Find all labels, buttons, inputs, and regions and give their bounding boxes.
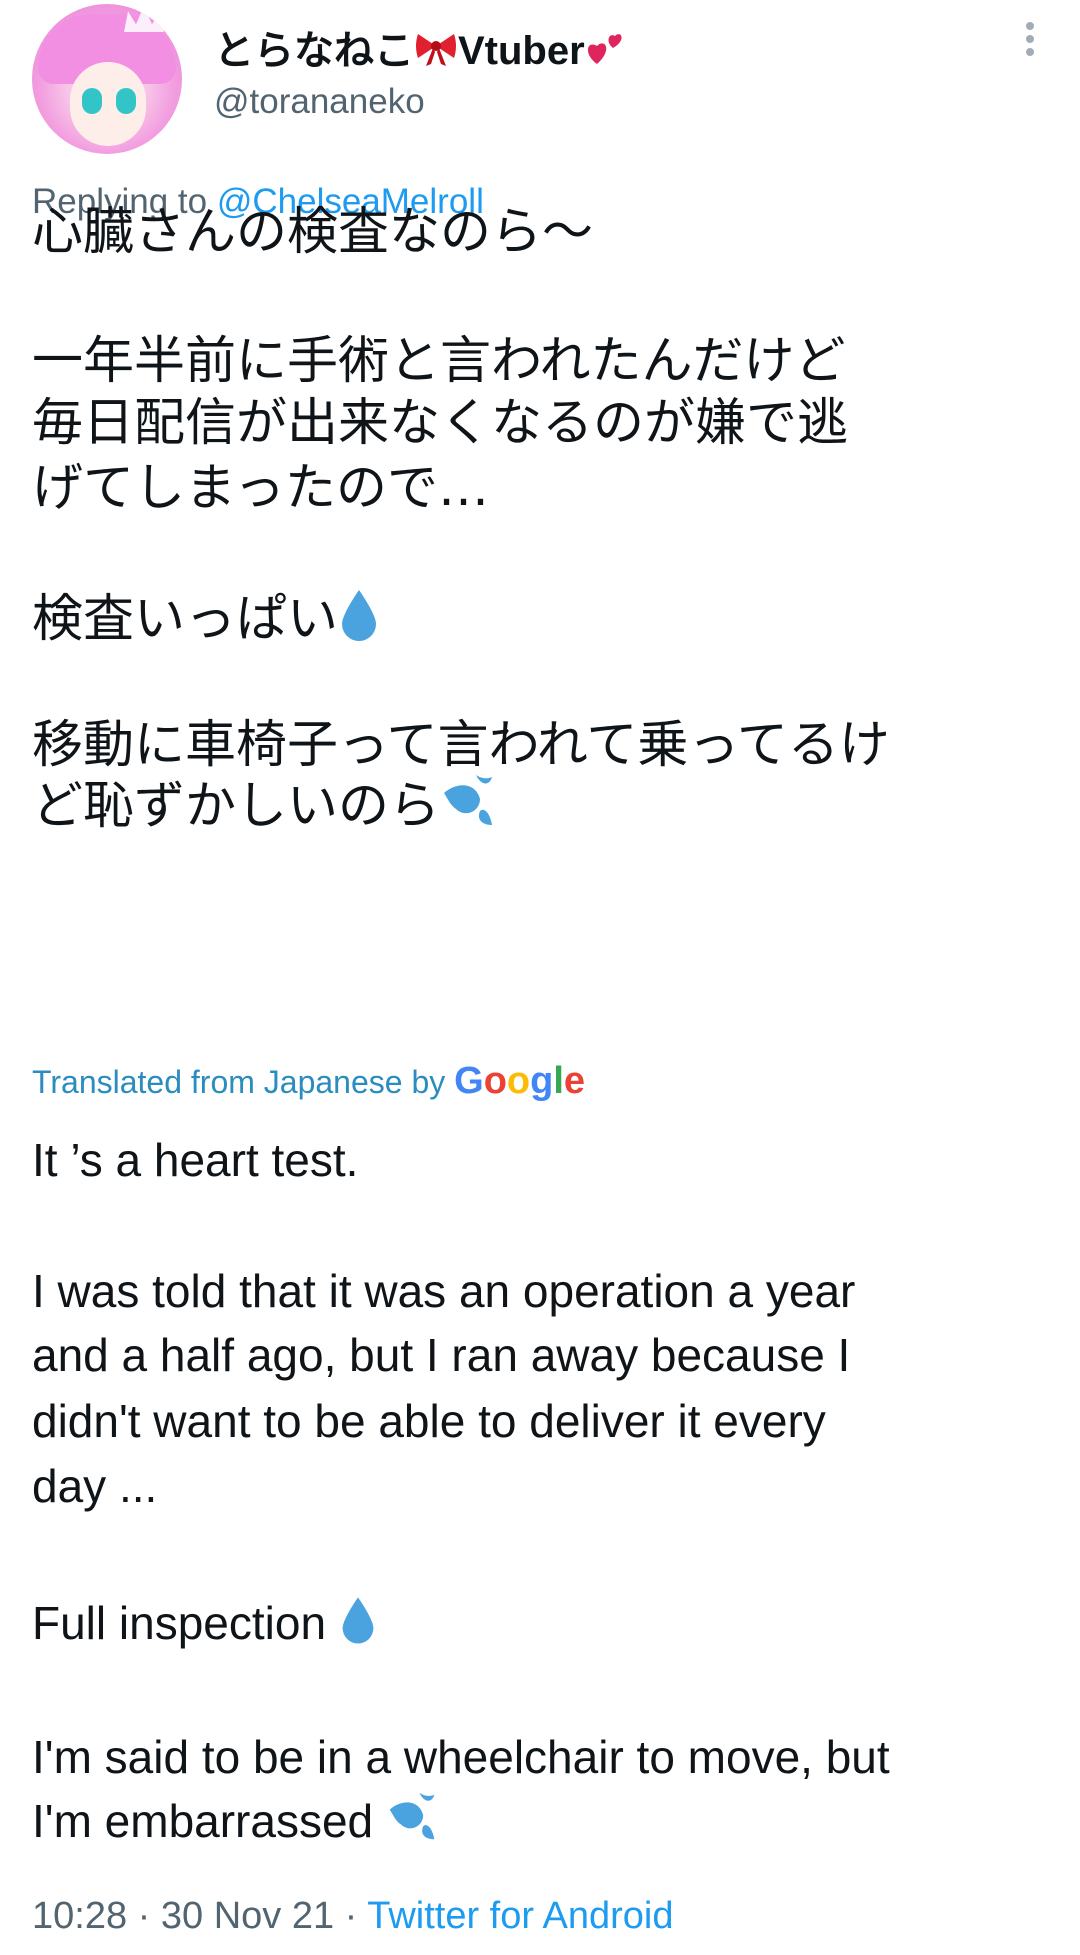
droplet-icon (338, 588, 380, 663)
sweat-droplets-icon (386, 1791, 438, 1860)
tweet-ja-line-3: 毎日配信が出来なくなるのが嫌で逃 (32, 394, 849, 453)
meta-separator-2: · (334, 1895, 368, 1937)
tweet-en-line-8-wrap: I'm embarrassed (32, 1788, 1052, 1860)
two-hearts-icon (585, 28, 625, 78)
more-vertical-icon[interactable] (1024, 22, 1036, 62)
translated-label-text: Translated from Japanese by (32, 1064, 446, 1100)
display-name-suffix: Vtuber (458, 29, 585, 73)
ribbon-icon (414, 28, 458, 78)
user-handle[interactable]: @torananeko (214, 82, 425, 122)
tweet-en-line-4: didn't want to be able to deliver it eve… (32, 1395, 826, 1447)
tweet-time[interactable]: 10:28 (32, 1895, 127, 1937)
display-name[interactable]: とらなねこ Vtuber (214, 18, 625, 78)
tweet-en-line-6: Full inspection (32, 1597, 327, 1649)
tweet-ja-line-5: 検査いっぱい (32, 590, 339, 649)
google-logo: Google (454, 1060, 586, 1102)
tweet-en-line-5: day ... (32, 1460, 158, 1512)
display-name-text: とらなねこ (214, 29, 414, 73)
tweet-date[interactable]: 30 Nov 21 (161, 1895, 334, 1937)
tweet-en-line-7: I'm said to be in a wheelchair to move, … (32, 1731, 890, 1783)
tweet-en-line-1: It ’s a heart test. (32, 1134, 359, 1186)
tweet-header: とらなねこ Vtuber @torananeko (32, 0, 1048, 160)
sweat-droplets-icon (440, 773, 496, 850)
droplet-icon (339, 1595, 377, 1662)
translated-from-label[interactable]: Translated from Japanese by Google (32, 1060, 585, 1103)
tweet-ja-line-5-wrap: 検査いっぱい (32, 583, 1052, 663)
tweet-ja-line-4: げてしまったので… (32, 459, 489, 518)
tweet-source-link[interactable]: Twitter for Android (367, 1895, 673, 1937)
tweet-en-line-2: I was told that it was an operation a ye… (32, 1265, 856, 1317)
avatar[interactable] (32, 4, 182, 154)
tweet-ja-line-7-wrap: ど恥ずかしいのら (32, 770, 1052, 850)
tweet-en-line-6-wrap: Full inspection (32, 1590, 1052, 1662)
tweet-en-line-8: I'm embarrassed (32, 1795, 374, 1847)
tweet-ja-line-7: ど恥ずかしいのら (32, 777, 441, 836)
tweet-meta: 10:28 · 30 Nov 21 · Twitter for Android (32, 1895, 673, 1938)
tweet-en-line-3: and a half ago, but I ran away because I (32, 1329, 851, 1381)
meta-separator: · (127, 1895, 161, 1937)
tweet-ja-line-1: 心臓さんの検査なのら〜 (32, 203, 594, 262)
